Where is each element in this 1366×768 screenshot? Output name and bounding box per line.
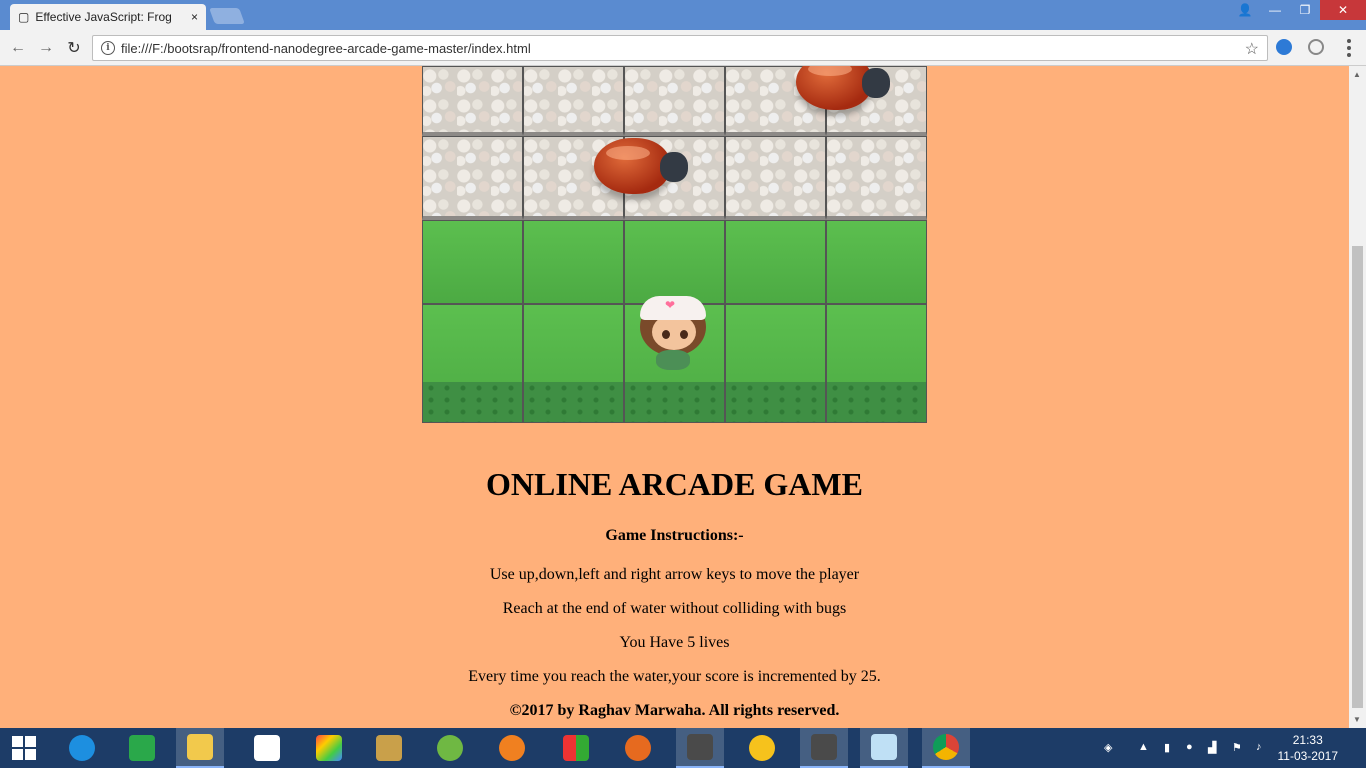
stone-tile — [422, 66, 523, 136]
page-icon: ▢ — [18, 10, 30, 24]
grass-tile — [422, 304, 523, 423]
taskbar: ◈ ▲ ▮ ● ▟ ⚑ ♪ 21:33 11-03-2017 — [0, 728, 1366, 768]
stone-tile — [422, 136, 523, 220]
paint-icon[interactable] — [305, 728, 353, 768]
tray-show-hidden-icon[interactable]: ▲ — [1138, 741, 1152, 755]
internet-explorer-icon[interactable] — [58, 728, 106, 768]
restore-icon[interactable]: ❐ — [1290, 0, 1320, 20]
sublime-text-2-icon[interactable] — [800, 728, 848, 768]
office-icon[interactable] — [552, 728, 600, 768]
minimize-icon[interactable]: — — [1260, 0, 1290, 20]
tray-app-icon[interactable]: ● — [1186, 741, 1200, 755]
instruction-line: Reach at the end of water without collid… — [502, 600, 847, 617]
scroll-thumb[interactable] — [1352, 246, 1363, 708]
sublime-text-icon[interactable] — [676, 728, 724, 768]
instruction-line: You Have 5 lives — [619, 634, 730, 651]
grass-tile — [725, 220, 826, 304]
instruction-line: Use up,down,left and right arrow keys to… — [489, 566, 860, 583]
stone-tile — [523, 66, 624, 136]
window-close-icon[interactable]: ✕ — [1320, 0, 1366, 20]
tab-close-icon[interactable]: × — [191, 10, 198, 24]
tray-volume-icon[interactable]: ♪ — [1256, 741, 1270, 755]
utorrent-icon[interactable] — [426, 728, 474, 768]
window-controls: 👤 — ❐ ✕ — [1230, 0, 1366, 20]
profile-icon[interactable]: 👤 — [1230, 0, 1260, 20]
scroll-down-icon[interactable]: ▼ — [1353, 715, 1361, 724]
bookmark-star-icon[interactable]: ☆ — [1245, 39, 1259, 59]
reload-button[interactable]: ↻ — [64, 38, 84, 58]
address-bar[interactable]: i file:///F:/bootsrap/frontend-nanodegre… — [92, 35, 1268, 61]
copyright-text: ©2017 by Raghav Marwaha. All rights rese… — [509, 702, 840, 719]
clock[interactable]: 21:33 11-03-2017 — [1278, 732, 1339, 764]
browser-toolbar: ← → ↻ i file:///F:/bootsrap/frontend-nan… — [0, 30, 1366, 66]
grass-tile — [826, 220, 927, 304]
enemy-bug — [796, 66, 892, 112]
browser-chrome: ▢ Effective JavaScript: Frog × 👤 — ❐ ✕ ←… — [0, 0, 1366, 66]
app-yellow-circle-icon[interactable] — [738, 728, 786, 768]
windows-logo-icon — [12, 736, 36, 760]
dropbox-icon[interactable] — [243, 728, 291, 768]
stone-tile — [826, 136, 927, 220]
tab-active[interactable]: ▢ Effective JavaScript: Frog × — [10, 4, 206, 30]
vertical-scrollbar[interactable]: ▲ ▼ — [1349, 66, 1366, 728]
tab-title: Effective JavaScript: Frog — [35, 10, 172, 24]
uc-browser-icon[interactable] — [488, 728, 536, 768]
extension-at-icon[interactable] — [1308, 39, 1324, 55]
enemy-bug — [594, 132, 690, 196]
stone-tile — [624, 66, 725, 136]
page-title: ONLINE ARCADE GAME — [486, 466, 863, 502]
back-button[interactable]: ← — [8, 38, 28, 58]
grass-tile — [422, 220, 523, 304]
tray-network-icon[interactable]: ◈ — [1104, 741, 1118, 755]
grass-tile — [523, 220, 624, 304]
instructions-title: Game Instructions:- — [605, 527, 744, 544]
tray-signal-icon[interactable]: ▟ — [1208, 741, 1222, 755]
menu-icon[interactable] — [1346, 39, 1352, 57]
heart-icon: ❤ — [665, 298, 676, 312]
grass-tile — [523, 304, 624, 423]
extension-search-icon[interactable] — [1276, 39, 1292, 55]
store-icon[interactable] — [118, 728, 166, 768]
clock-time: 21:33 — [1292, 733, 1323, 747]
scroll-up-icon[interactable]: ▲ — [1353, 70, 1361, 79]
info-icon[interactable]: i — [101, 41, 115, 55]
chrome-icon[interactable] — [922, 728, 970, 768]
clock-date: 11-03-2017 — [1277, 749, 1339, 763]
stone-tile — [725, 136, 826, 220]
tab-strip: ▢ Effective JavaScript: Frog × 👤 — ❐ ✕ — [0, 0, 1366, 30]
player-character: ❤ — [640, 292, 710, 382]
forward-button[interactable]: → — [36, 38, 56, 58]
tray-flag-icon[interactable]: ⚑ — [1232, 741, 1246, 755]
file-explorer-icon[interactable] — [176, 728, 224, 768]
page-viewport: ❤ ONLINE ARCADE GAME Game Instructions:-… — [0, 66, 1366, 728]
start-button[interactable] — [0, 728, 48, 768]
tray-battery-icon[interactable]: ▮ — [1164, 741, 1178, 755]
grass-tile — [725, 304, 826, 423]
archive-icon[interactable] — [365, 728, 413, 768]
instruction-line: Every time you reach the water,your scor… — [468, 668, 881, 685]
firefox-icon[interactable] — [614, 728, 662, 768]
grass-tile — [826, 304, 927, 423]
url-text: file:///F:/bootsrap/frontend-nanodegree-… — [121, 40, 531, 56]
notepad-icon[interactable] — [860, 728, 908, 768]
new-tab-button[interactable] — [209, 8, 245, 24]
